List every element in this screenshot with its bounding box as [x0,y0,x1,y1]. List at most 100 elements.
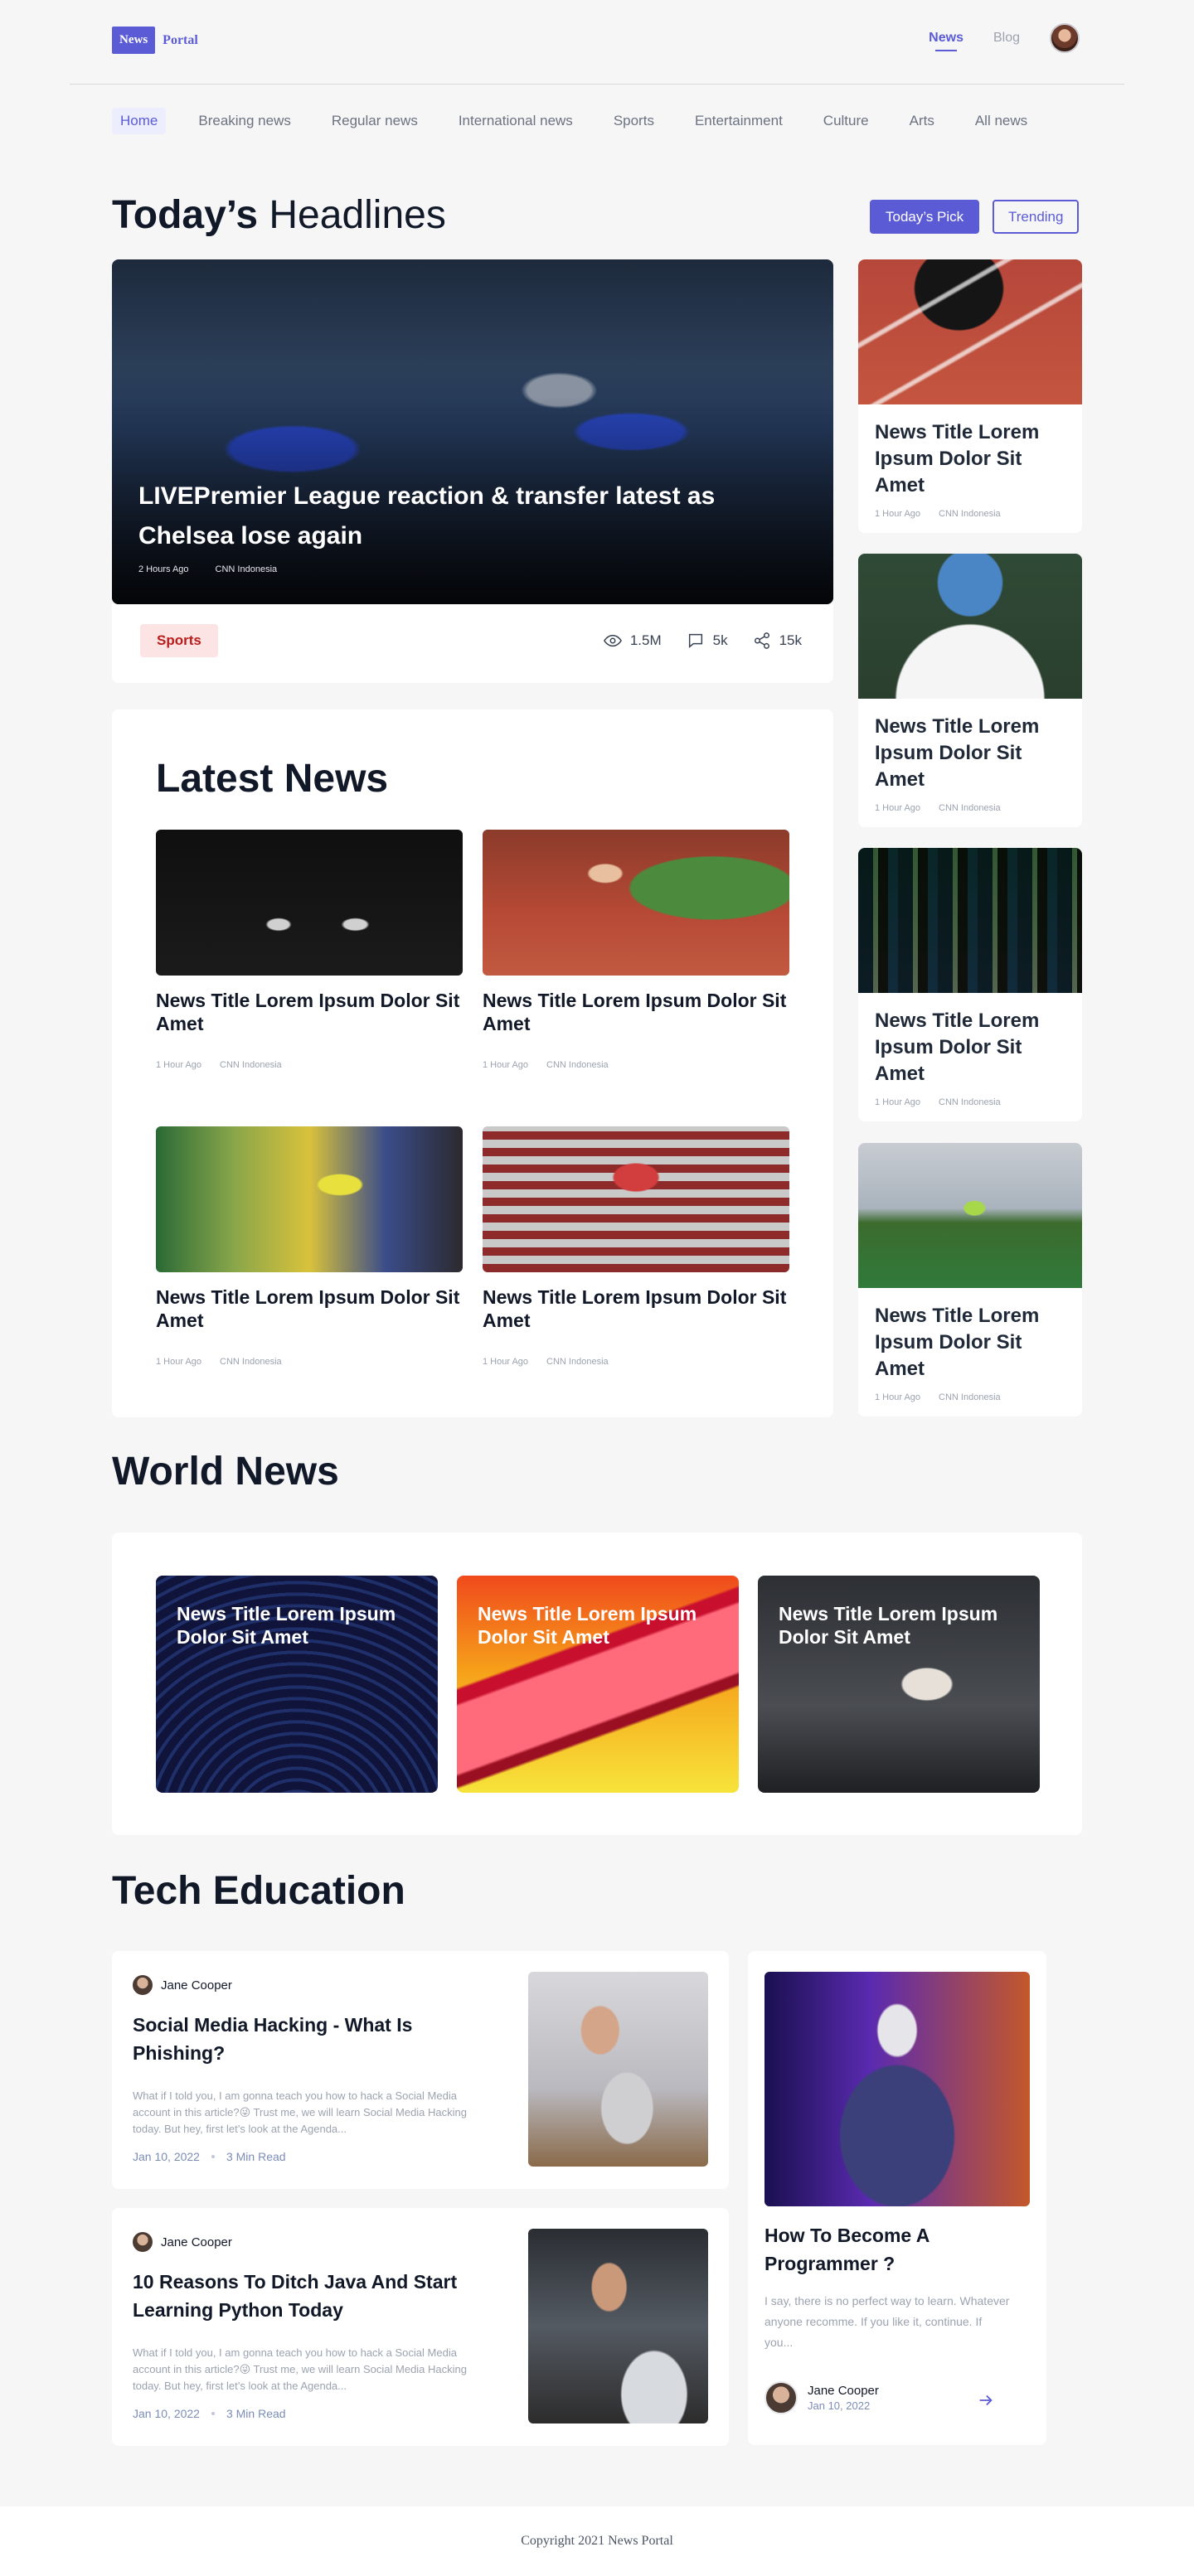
featured-tech-card[interactable]: How To Become A Programmer ? I say, ther… [748,1951,1046,2445]
latest-news-title-text: News Title Lorem Ipsum Dolor Sit Amet [156,990,460,1034]
author-avatar [133,1975,153,1995]
side-news-image [858,1143,1082,1288]
world-news-section: News Title Lorem Ipsum Dolor Sit Amet Ne… [112,1533,1082,1835]
shares-count: 15k [779,632,802,648]
side-news-card[interactable]: News Title Lorem Ipsum Dolor Sit Amet 1 … [858,259,1082,533]
nav-blog-link[interactable]: Blog [993,31,1020,46]
article-read-time: 3 Min Read [226,2407,286,2420]
category-international[interactable]: International news [450,108,581,134]
side-news-image [858,554,1082,699]
comments-stat[interactable]: 5k [687,632,728,650]
category-arts[interactable]: Arts [901,108,943,134]
latest-news-source: CNN Indonesia [546,1357,609,1367]
todays-pick-button[interactable]: Today’s Pick [870,200,980,234]
category-sports[interactable]: Sports [605,108,663,134]
views-count: 1.5M [629,632,662,648]
side-news-card[interactable]: News Title Lorem Ipsum Dolor Sit Amet 1 … [858,554,1082,827]
latest-news-time: 1 Hour Ago [483,1357,529,1367]
world-news-card[interactable]: News Title Lorem Ipsum Dolor Sit Amet [457,1576,739,1793]
latest-news-title-text: News Title Lorem Ipsum Dolor Sit Amet [483,1286,787,1331]
category-regular[interactable]: Regular news [323,108,426,134]
logo[interactable]: News Portal [112,27,198,54]
latest-news-image [156,830,463,976]
article-date: Jan 10, 2022 [133,2150,200,2163]
side-news-title: News Title Lorem Ipsum Dolor Sit Amet [875,421,1040,496]
category-home[interactable]: Home [112,108,167,134]
featured-author: Jane Cooper Jan 10, 2022 [764,2381,879,2414]
hero-article[interactable]: LIVEPremier League reaction & transfer l… [112,259,833,604]
shares-stat[interactable]: 15k [753,632,802,650]
article-meta: Jan 10, 2022 3 Min Read [133,2407,286,2420]
latest-news-time: 1 Hour Ago [156,1060,202,1070]
article-title[interactable]: Social Media Hacking - What Is Phishing? [133,2011,481,2067]
author-avatar [764,2381,798,2414]
category-breaking[interactable]: Breaking news [190,108,299,134]
tech-education-title: Tech Education [112,1869,405,1913]
trending-button[interactable]: Trending [993,200,1080,234]
latest-news-source: CNN Indonesia [546,1060,609,1070]
category-entertainment[interactable]: Entertainment [687,108,791,134]
sports-tag[interactable]: Sports [140,624,218,657]
latest-news-title-text: News Title Lorem Ipsum Dolor Sit Amet [156,1286,460,1331]
article-author: Jane Cooper [133,2232,232,2252]
author-name: Jane Cooper [808,2384,879,2398]
share-icon [754,632,769,649]
top-navbar: News Portal News Blog [70,0,1124,85]
headlines-title-bold: Today’s [112,193,259,237]
world-news-card[interactable]: News Title Lorem Ipsum Dolor Sit Amet [156,1576,438,1793]
hero-title[interactable]: LIVEPremier League reaction & transfer l… [138,477,769,556]
hero-footer: Sports 1.5M 5k 15k [112,604,833,683]
author-name: Jane Cooper [161,1978,232,1993]
article-read-time: 3 Min Read [226,2150,286,2163]
side-news-time: 1 Hour Ago [875,509,921,519]
latest-news-time: 1 Hour Ago [156,1357,202,1367]
side-news-meta: 1 Hour Ago CNN Indonesia [858,793,1082,813]
latest-news-title: Latest News [156,757,389,801]
side-news-source: CNN Indonesia [939,509,1001,519]
latest-news-image [483,830,789,976]
comments-count: 5k [712,632,728,648]
latest-news-card[interactable]: News Title Lorem Ipsum Dolor Sit Amet 1 … [483,830,789,1070]
latest-news-source: CNN Indonesia [220,1060,282,1070]
featured-date: Jan 10, 2022 [808,2399,871,2412]
latest-news-meta: 1 Hour Ago CNN Indonesia [483,1357,789,1367]
hero-source: CNN Indonesia [215,564,278,574]
hero-time: 2 Hours Ago [138,564,189,574]
side-news-meta: 1 Hour Ago CNN Indonesia [858,499,1082,519]
article-image [528,1972,708,2167]
category-all[interactable]: All news [967,108,1036,134]
tech-article-card[interactable]: Jane Cooper 10 Reasons To Ditch Java And… [112,2208,729,2446]
comment-icon [688,633,702,648]
user-avatar[interactable] [1050,23,1080,53]
headlines-title: Today’s Headlines [112,192,446,238]
footer: Copyright 2021 News Portal [0,2506,1194,2576]
article-image [528,2229,708,2423]
latest-news-card[interactable]: News Title Lorem Ipsum Dolor Sit Amet 1 … [156,1126,463,1367]
featured-title[interactable]: How To Become A Programmer ? [764,2221,1005,2278]
side-news-image [858,259,1082,404]
arrow-right-icon[interactable] [977,2391,995,2409]
copyright-text: Copyright 2021 News Portal [521,2534,673,2548]
separator-dot [211,2155,215,2158]
latest-news-card[interactable]: News Title Lorem Ipsum Dolor Sit Amet 1 … [483,1126,789,1367]
world-news-title: World News [112,1450,339,1494]
tech-article-card[interactable]: Jane Cooper Social Media Hacking - What … [112,1951,729,2189]
featured-author-info: Jane Cooper Jan 10, 2022 [808,2384,879,2412]
featured-image [764,1972,1030,2206]
hero-meta: 2 Hours Ago CNN Indonesia [138,564,769,574]
separator-dot [211,2412,215,2415]
latest-news-source: CNN Indonesia [220,1357,282,1367]
nav-news-link[interactable]: News [929,31,963,51]
latest-news-card[interactable]: News Title Lorem Ipsum Dolor Sit Amet 1 … [156,830,463,1070]
side-news-card[interactable]: News Title Lorem Ipsum Dolor Sit Amet 1 … [858,1143,1082,1416]
world-news-card[interactable]: News Title Lorem Ipsum Dolor Sit Amet [758,1576,1040,1793]
article-meta: Jan 10, 2022 3 Min Read [133,2150,286,2163]
featured-excerpt: I say, there is no perfect way to learn.… [764,2294,1010,2349]
side-news-title: News Title Lorem Ipsum Dolor Sit Amet [875,1010,1040,1085]
side-news-source: CNN Indonesia [939,1097,1001,1107]
side-news-title: News Title Lorem Ipsum Dolor Sit Amet [875,1305,1040,1380]
article-title[interactable]: 10 Reasons To Ditch Java And Start Learn… [133,2268,481,2324]
side-news-card[interactable]: News Title Lorem Ipsum Dolor Sit Amet 1 … [858,848,1082,1121]
category-culture[interactable]: Culture [815,108,877,134]
headlines-title-light: Headlines [269,193,446,237]
